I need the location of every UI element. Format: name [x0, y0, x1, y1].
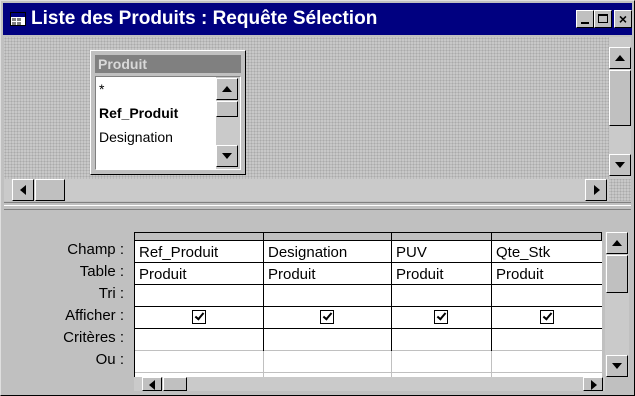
arrow-down-icon [222, 153, 232, 159]
table-cell-1[interactable]: Produit [139, 266, 187, 283]
field-list-scroll-up-button[interactable] [216, 78, 238, 100]
arrow-down-icon [612, 363, 622, 369]
design-grid[interactable]: Ref_Produit Designation PUV Qte_Stk Prod… [134, 232, 602, 378]
row-label-champ: Champ : [67, 241, 124, 258]
close-button[interactable]: × [614, 10, 632, 28]
table-pane-hscroll-track[interactable] [4, 179, 609, 201]
close-icon: × [618, 11, 628, 27]
table-pane-vscroll-thumb[interactable] [609, 70, 631, 126]
champ-cell-4[interactable]: Qte_Stk [496, 244, 550, 261]
column-selector-1[interactable] [135, 233, 264, 241]
grid-hscroll-thumb[interactable] [163, 377, 187, 391]
table-pane-scroll-right-button[interactable] [585, 179, 607, 201]
grid-scroll-left-button[interactable] [142, 377, 162, 391]
table-pane-scroll-up-button[interactable] [609, 47, 631, 69]
champ-cell-1[interactable]: Ref_Produit [139, 244, 218, 261]
minimize-icon [581, 22, 589, 24]
table-pane-scroll-left-button[interactable] [12, 179, 34, 201]
field-designation[interactable]: Designation [99, 129, 173, 145]
afficher-checkbox-1[interactable] [192, 310, 206, 324]
column-selector-4[interactable] [492, 233, 602, 241]
grid-scroll-up-button[interactable] [606, 232, 628, 254]
afficher-checkbox-4[interactable] [540, 310, 554, 324]
column-selector-3[interactable] [392, 233, 492, 241]
arrow-left-icon [20, 185, 26, 195]
row-label-table: Table : [79, 263, 124, 280]
arrow-right-icon [594, 185, 600, 195]
window-title: Liste des Produits : Requête Sélection [31, 8, 378, 29]
column-selector-2[interactable] [264, 233, 392, 241]
afficher-checkbox-3[interactable] [434, 310, 448, 324]
field-list[interactable]: * Ref_Produit Designation [95, 76, 241, 170]
arrow-up-icon [222, 86, 232, 92]
design-grid-pane: Champ : Table : Tri : Afficher : Critère… [4, 211, 631, 393]
table-pane-hscroll-thumb[interactable] [35, 179, 65, 201]
minimize-button[interactable] [576, 10, 594, 28]
arrow-up-icon [612, 240, 622, 246]
afficher-checkbox-2[interactable] [320, 310, 334, 324]
grid-vscroll-thumb[interactable] [606, 255, 628, 293]
row-label-ou: Ou : [95, 351, 124, 368]
pane-splitter[interactable] [4, 202, 631, 210]
table-cell-4[interactable]: Produit [496, 266, 544, 283]
field-ref-produit[interactable]: Ref_Produit [99, 105, 178, 121]
grid-scroll-right-button[interactable] [583, 377, 603, 391]
table-pane-scroll-down-button[interactable] [609, 154, 631, 176]
table-pane[interactable]: Produit * Ref_Produit Designation [4, 37, 631, 201]
maximize-icon [598, 14, 608, 23]
table-cell-2[interactable]: Produit [268, 266, 316, 283]
table-field-list-produit[interactable]: Produit * Ref_Produit Designation [90, 50, 246, 175]
row-label-afficher: Afficher : [65, 307, 124, 324]
maximize-button[interactable] [594, 10, 612, 28]
grid-scroll-down-button[interactable] [606, 355, 628, 377]
table-cell-3[interactable]: Produit [396, 266, 444, 283]
arrow-left-icon [149, 380, 155, 390]
field-all[interactable]: * [99, 81, 104, 97]
arrow-up-icon [615, 55, 625, 61]
field-list-scroll-thumb[interactable] [216, 101, 238, 117]
arrow-right-icon [591, 380, 597, 390]
grid-hscroll-track[interactable] [134, 377, 605, 391]
champ-cell-2[interactable]: Designation [268, 244, 347, 261]
query-window: Liste des Produits : Requête Sélection ×… [0, 0, 635, 396]
query-design-icon[interactable] [10, 12, 26, 26]
title-bar[interactable]: Liste des Produits : Requête Sélection × [3, 3, 632, 35]
champ-cell-3[interactable]: PUV [396, 244, 427, 261]
arrow-down-icon [615, 162, 625, 168]
row-label-tri: Tri : [98, 285, 124, 302]
table-title[interactable]: Produit [95, 55, 241, 73]
field-list-scroll-down-button[interactable] [216, 145, 238, 167]
row-label-criteres: Critères : [63, 329, 124, 346]
